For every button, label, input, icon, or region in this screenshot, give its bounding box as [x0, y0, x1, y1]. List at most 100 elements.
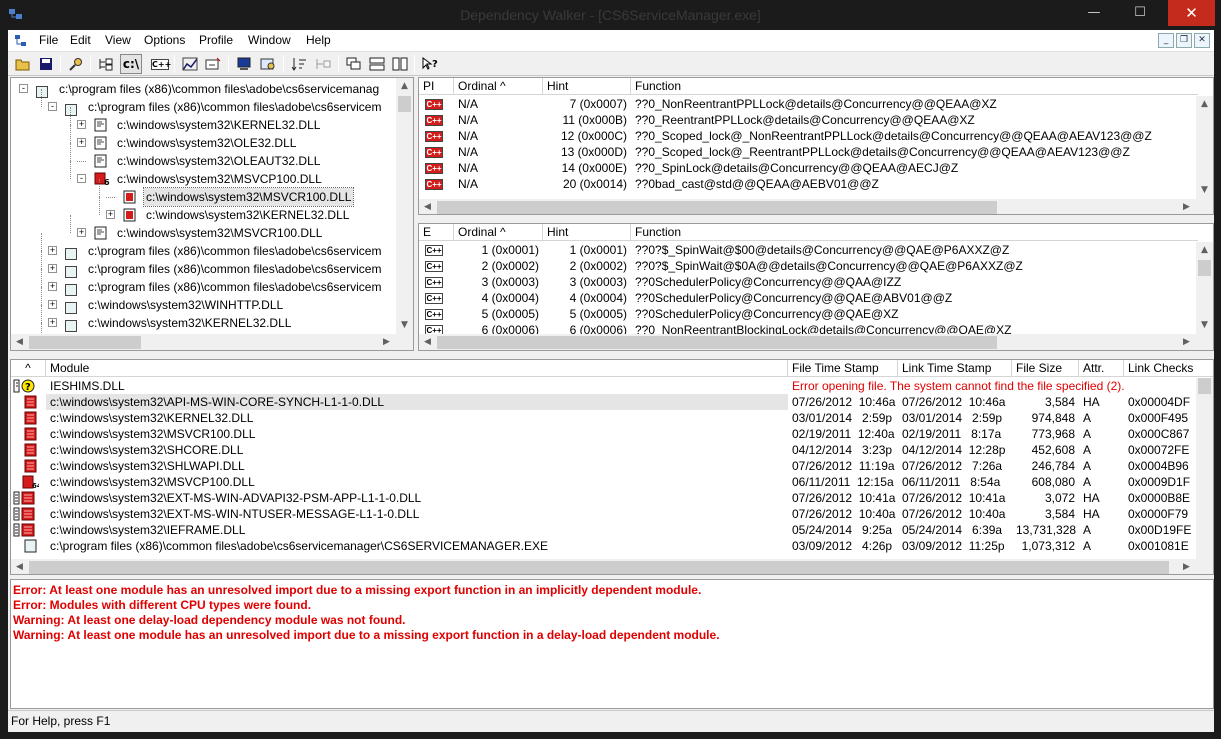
module-tree-pane[interactable]: - c:\program files (x86)\common files\ado… — [10, 77, 414, 351]
tree-node[interactable]: + c:\program files (x86)\common files\ado… — [11, 260, 396, 278]
module-row[interactable]: c:\windows\system32\SHLWAPI.DLL 07/26/201… — [11, 458, 1213, 474]
module-row[interactable]: ? IESHIMS.DLL Error opening file. The syst… — [11, 378, 1196, 394]
module-row[interactable]: c:\windows\system32\EXT-MS-WIN-ADVAPI32-… — [11, 490, 1213, 506]
menu-help[interactable]: Help — [306, 33, 331, 47]
function-row[interactable]: C++ N/A 7 (0x0007) ??0_NonReentrantPPLLock@… — [419, 96, 1191, 112]
function-row[interactable]: C++ N/A 14 (0x000E) ??0_SpinLock@details@Co… — [419, 160, 1191, 176]
tree-node[interactable]: + c:\program files (x86)\common files\ado… — [11, 278, 396, 296]
exports-hscroll[interactable]: ◀ ▶ — [419, 334, 1213, 350]
copy-tree-icon[interactable] — [95, 54, 117, 74]
col-file-size[interactable]: File Size — [1012, 360, 1079, 377]
tree-node[interactable]: + c:\windows\system32\OLE32.DLL — [11, 134, 396, 152]
col-ordinal[interactable]: Ordinal ^ — [454, 224, 543, 241]
view-module-icon[interactable] — [257, 54, 279, 74]
mdi-close-button[interactable]: ✕ — [1194, 33, 1210, 48]
exports-pane[interactable]: E Ordinal ^ Hint Function C++ 1 (0x0001) 1… — [418, 223, 1214, 351]
imports-hscroll[interactable]: ◀ ▶ — [419, 199, 1213, 214]
expand-toggle[interactable]: + — [48, 264, 57, 273]
expand-toggle[interactable]: + — [48, 318, 57, 327]
module-list-pane[interactable]: ^ Module File Time Stamp Link Time Stamp… — [10, 359, 1214, 575]
parent-imports-pane[interactable]: PI Ordinal ^ Hint Function C++ N/A 7 (0x00… — [418, 77, 1214, 215]
menu-edit[interactable]: Edit — [70, 33, 91, 47]
tree-node[interactable]: + c:\windows\system32\KERNEL32.DLL — [11, 206, 396, 224]
collapse-toggle[interactable]: - — [48, 102, 57, 111]
modules-hscroll[interactable]: ◀ ▶ — [11, 559, 1213, 574]
menu-view[interactable]: View — [105, 33, 131, 47]
tree-node[interactable]: + c:\windows\system32\MSVCR100.DLL — [11, 224, 396, 242]
col-function[interactable]: Function — [631, 78, 1198, 95]
log-pane[interactable]: Error: At least one module has an unreso… — [10, 579, 1214, 709]
tree-node[interactable]: c:\windows\system32\MSVCR100.DLL — [11, 187, 396, 207]
function-row[interactable]: C++ N/A 11 (0x000B) ??0_ReentrantPPLLock@de… — [419, 112, 1191, 128]
menu-options[interactable]: Options — [144, 33, 185, 47]
col-function[interactable]: Function — [631, 224, 1198, 241]
expand-toggle[interactable]: + — [48, 246, 57, 255]
function-row[interactable]: C++ 5 (0x0005) 5 (0x0005) ??0SchedulerPolic… — [419, 306, 1191, 322]
col-module[interactable]: Module — [46, 360, 788, 377]
col-icon[interactable]: ^ — [11, 360, 46, 377]
mdi-minimize-button[interactable]: _ — [1158, 33, 1174, 48]
context-help-icon[interactable]: ? — [419, 54, 441, 74]
module-row[interactable]: c:\windows\system32\MSVCR100.DLL 02/19/20… — [11, 426, 1213, 442]
menu-window[interactable]: Window — [248, 33, 291, 47]
cascade-icon[interactable] — [343, 54, 365, 74]
function-row[interactable]: C++ N/A 13 (0x000D) ??0_Scoped_lock@_Reentr… — [419, 144, 1191, 160]
expand-toggle[interactable]: + — [106, 210, 115, 219]
col-file-time[interactable]: File Time Stamp — [788, 360, 898, 377]
save-icon[interactable] — [35, 54, 57, 74]
expand-toggle[interactable]: + — [48, 282, 57, 291]
module-row[interactable]: c:\windows\system32\API-MS-WIN-CORE-SYNC… — [11, 394, 1213, 410]
tile-vertical-icon[interactable] — [389, 54, 411, 74]
function-row[interactable]: C++ 4 (0x0004) 4 (0x0004) ??0SchedulerPolic… — [419, 290, 1191, 306]
module-row[interactable]: c:\windows\system32\KERNEL32.DLL 03/01/20… — [11, 410, 1213, 426]
collapse-toggle[interactable]: - — [19, 84, 28, 93]
function-row[interactable]: C++ 2 (0x0002) 2 (0x0002) ??0?$_SpinWait@$0… — [419, 258, 1191, 274]
col-e[interactable]: E — [419, 224, 454, 241]
minimize-button[interactable]: — — [1072, 0, 1116, 26]
menu-profile[interactable]: Profile — [199, 33, 233, 47]
system-info-icon[interactable] — [233, 54, 255, 74]
tree-node[interactable]: + c:\windows\system32\WINHTTP.DLL — [11, 296, 396, 314]
function-row[interactable]: C++ N/A 20 (0x0014) ??0bad_cast@std@@QEAA@A… — [419, 176, 1191, 192]
maximize-button[interactable]: ☐ — [1118, 0, 1162, 26]
tree-node[interactable]: - 64 c:\windows\system32\MSVCP100.DLL — [11, 170, 396, 188]
col-ordinal[interactable]: Ordinal ^ — [454, 78, 543, 95]
imports-vscroll[interactable]: ▲ ▼ — [1196, 96, 1213, 199]
expand-toggle[interactable]: + — [48, 300, 57, 309]
function-row[interactable]: C++ 1 (0x0001) 1 (0x0001) ??0?$_SpinWait@$0… — [419, 242, 1191, 258]
expand-toggle[interactable]: + — [77, 228, 86, 237]
tree-hscroll[interactable]: ◀ ▶ — [11, 334, 413, 350]
tree-node[interactable]: + c:\program files (x86)\common files\ado… — [11, 242, 396, 260]
col-hint[interactable]: Hint — [543, 78, 631, 95]
close-button[interactable]: ✕ — [1168, 0, 1215, 26]
profile-icon[interactable] — [202, 54, 224, 74]
function-row[interactable]: C++ N/A 12 (0x000C) ??0_Scoped_lock@_NonRee… — [419, 128, 1191, 144]
col-attr[interactable]: Attr. — [1079, 360, 1124, 377]
module-row[interactable]: c:\windows\system32\IEFRAME.DLL 05/24/201… — [11, 522, 1213, 538]
find-icon[interactable] — [65, 54, 87, 74]
modules-vscroll[interactable] — [1196, 378, 1213, 559]
tree-vscroll[interactable]: ▲ ▼ — [396, 78, 413, 334]
col-pi[interactable]: PI — [419, 78, 454, 95]
tree-node[interactable]: c:\windows\system32\OLEAUT32.DLL — [11, 152, 396, 170]
menu-file[interactable]: File — [39, 33, 58, 47]
tile-horizontal-icon[interactable] — [366, 54, 388, 74]
col-hint[interactable]: Hint — [543, 224, 631, 241]
module-row[interactable]: c:\windows\system32\SHCORE.DLL 04/12/2014… — [11, 442, 1213, 458]
tree-node[interactable]: - c:\program files (x86)\common files\ado… — [11, 98, 396, 116]
function-row[interactable]: C++ 3 (0x0003) 3 (0x0003) ??0SchedulerPolic… — [419, 274, 1191, 290]
col-link-checks[interactable]: Link Checks — [1124, 360, 1213, 377]
undecorate-cpp-button[interactable]: C++ — [149, 54, 171, 74]
tree-node[interactable]: + c:\windows\system32\KERNEL32.DLL — [11, 314, 396, 332]
document-icon[interactable] — [14, 34, 28, 48]
full-paths-button[interactable]: c:\ — [120, 54, 142, 74]
mdi-restore-button[interactable]: ❐ — [1176, 33, 1192, 48]
module-row[interactable]: 64 c:\windows\system32\MSVCP100.DLL 06/11/… — [11, 474, 1213, 490]
title-bar[interactable]: Dependency Walker - [CS6ServiceManager.e… — [0, 0, 1221, 30]
tree-node[interactable]: + c:\windows\system32\KERNEL32.DLL — [11, 116, 396, 134]
expand-toggle[interactable]: + — [77, 120, 86, 129]
expand-toggle[interactable]: + — [77, 138, 86, 147]
chart-icon[interactable] — [179, 54, 201, 74]
exports-vscroll[interactable]: ▲ ▼ — [1196, 242, 1213, 334]
open-folder-icon[interactable] — [12, 54, 34, 74]
